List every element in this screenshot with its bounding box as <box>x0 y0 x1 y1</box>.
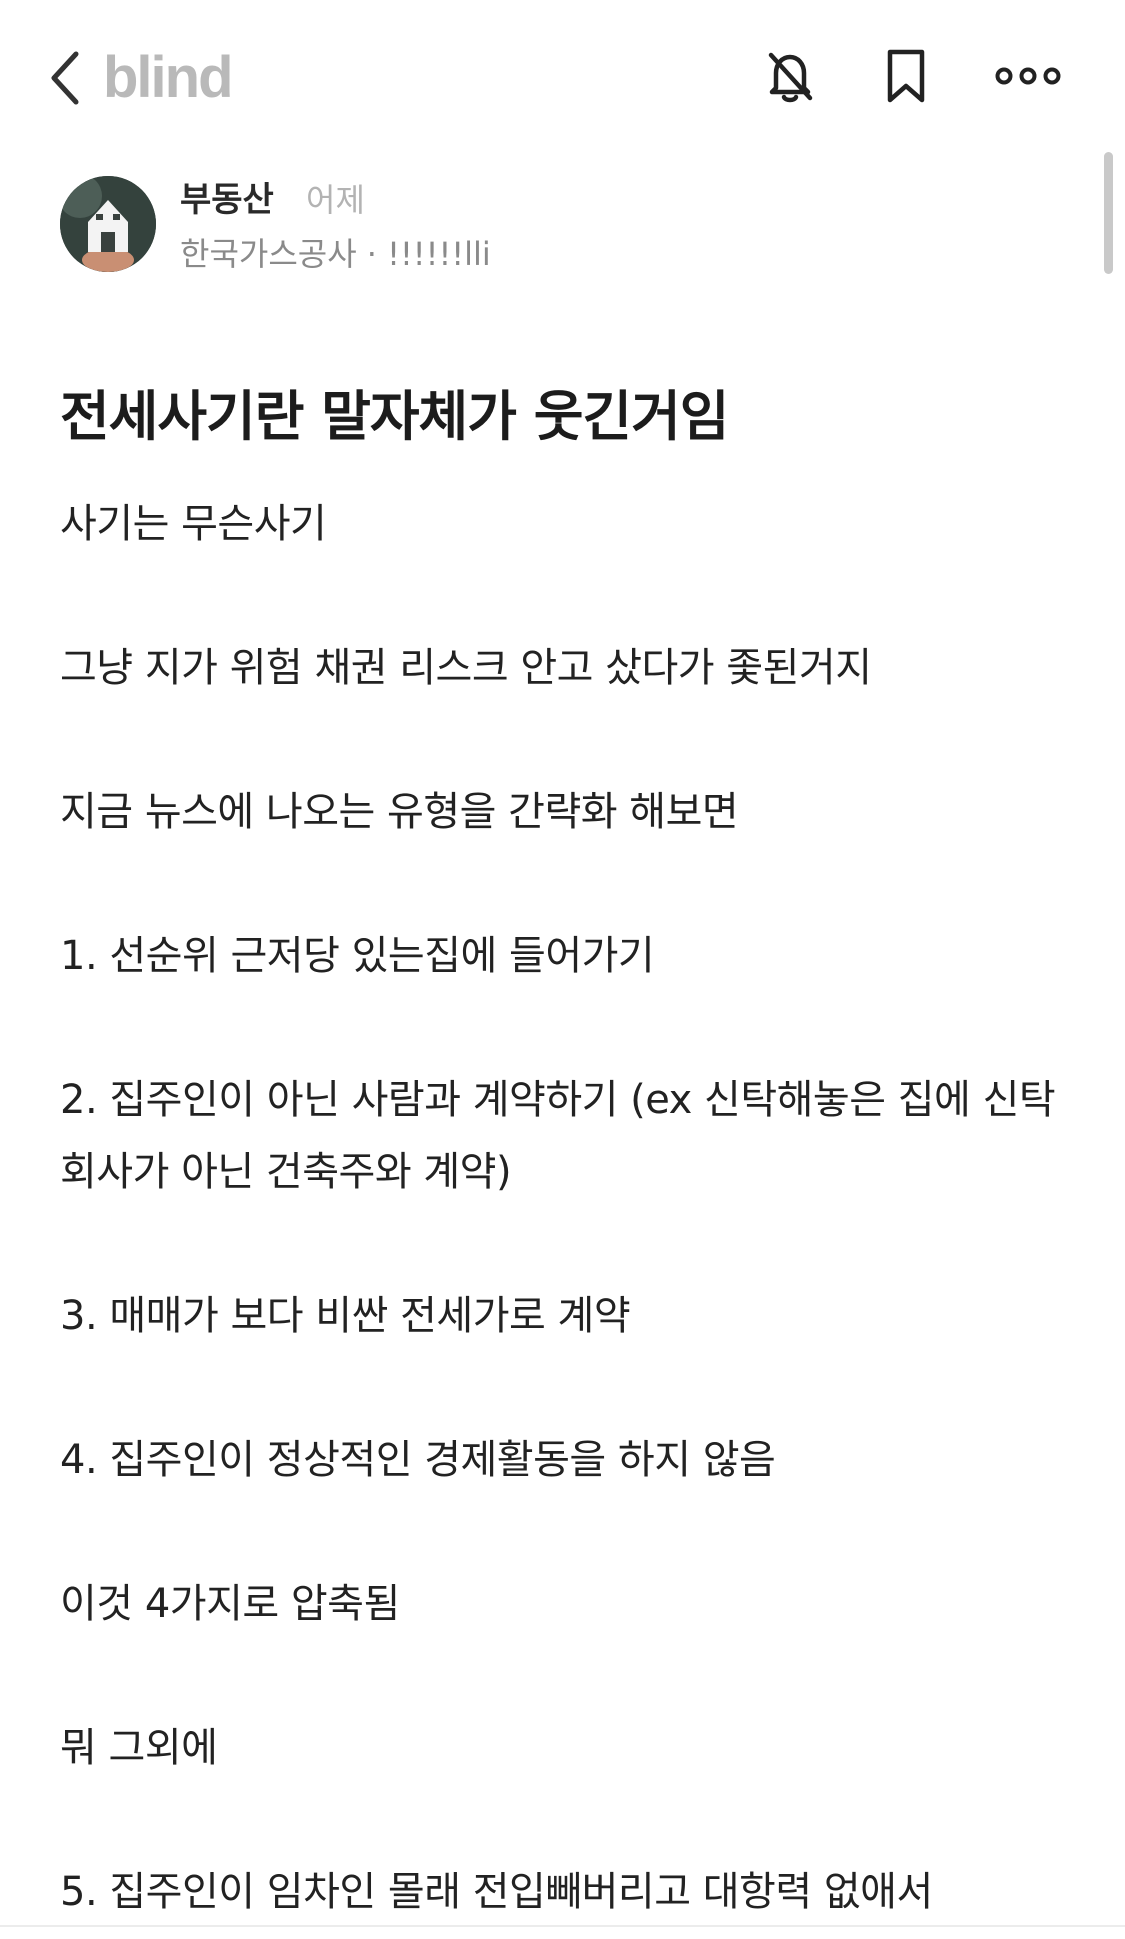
post-title: 전세사기란 말자체가 웃긴거임 <box>60 385 729 448</box>
chevron-left-icon <box>51 51 79 105</box>
top-bar: blind <box>0 0 1125 150</box>
notification-toggle-button[interactable] <box>758 44 822 108</box>
post-paragraph: 그냥 지가 위험 채권 리스크 안고 샀다가 좇된거지 <box>60 645 872 691</box>
author-company[interactable]: 한국가스공사 · !!!!!!lli <box>180 229 491 275</box>
divider <box>0 1925 1125 1927</box>
post-timestamp: 어제 <box>306 181 365 219</box>
author-name[interactable]: 부동산 <box>180 172 274 221</box>
post-paragraph: 4. 집주인이 정상적인 경제활동을 하지 않음 <box>60 1437 776 1483</box>
more-horizontal-icon <box>995 67 1061 85</box>
post-paragraph: 뭐 그외에 <box>60 1725 218 1771</box>
post-paragraph: 지금 뉴스에 나오는 유형을 간략화 해보면 <box>60 789 739 835</box>
scrollbar[interactable] <box>1104 152 1113 274</box>
post-paragraph: 3. 매매가 보다 비싼 전세가로 계약 <box>60 1293 631 1339</box>
bookmark-button[interactable] <box>874 44 938 108</box>
bell-off-icon <box>768 52 813 103</box>
house-icon <box>60 176 156 272</box>
post-paragraph: 2. 집주인이 아닌 사람과 계약하기 (ex 신탁해놓은 집에 신탁회사가 아… <box>60 1077 1056 1195</box>
bookmark-icon <box>887 49 925 103</box>
post-paragraph: 사기는 무슨사기 <box>60 501 327 547</box>
post-body: 사기는 무슨사기 그냥 지가 위험 채권 리스크 안고 샀다가 좇된거지 지금 … <box>60 488 1070 1939</box>
back-button[interactable] <box>42 46 88 110</box>
post-paragraph: 1. 선순위 근저당 있는집에 들어가기 <box>60 933 655 979</box>
app-logo[interactable]: blind <box>103 44 234 111</box>
more-options-button[interactable] <box>990 44 1066 108</box>
post-screen: blind 부동산 어제 한국가스공사 · !!!!!!lli 전세사기란 말자… <box>0 0 1125 1939</box>
post-paragraph: 5. 집주인이 임차인 몰래 전입빼버리고 대항력 없애서 <box>60 1869 933 1915</box>
author-avatar[interactable] <box>60 176 156 272</box>
post-paragraph: 이것 4가지로 압축됨 <box>60 1581 400 1627</box>
